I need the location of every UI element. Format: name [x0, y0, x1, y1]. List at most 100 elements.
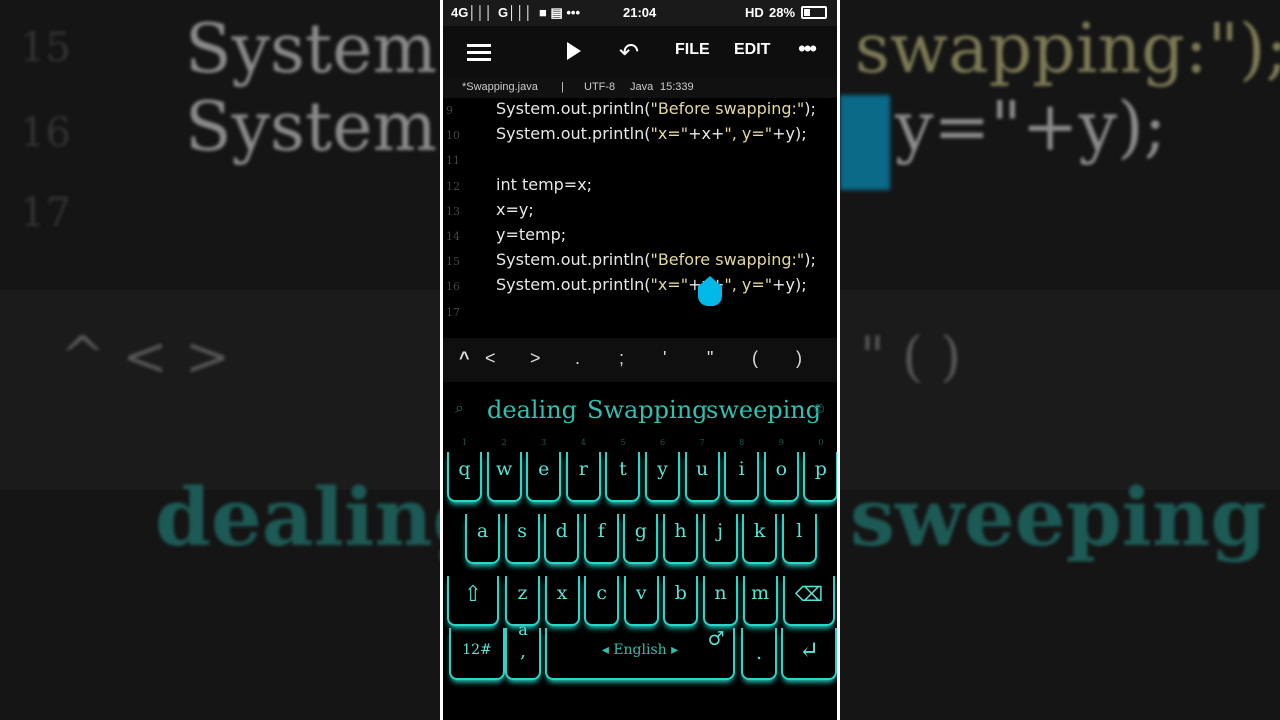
code-line[interactable]: 11: [443, 148, 837, 173]
suggestion-word[interactable]: dealing: [487, 396, 577, 424]
suggestion-word[interactable]: Swapping: [587, 396, 708, 424]
symbol-key-less-than[interactable]: <: [485, 348, 496, 369]
phone-screen: 4G│││ G│││ ■ ▤ ••• 21:04 HD 28% ↶ FILE E…: [440, 0, 840, 720]
file-language: Java: [630, 81, 654, 93]
bg-line-number: 17: [20, 190, 71, 236]
h-key[interactable]: h: [663, 514, 698, 564]
symbol-key-semicolon[interactable]: ;: [619, 348, 624, 369]
k-key[interactable]: k: [742, 514, 778, 564]
code-line[interactable]: 10 System.out.println("x="+x+", y="+y);: [443, 123, 837, 148]
t-key[interactable]: 5t: [605, 438, 641, 502]
g-key[interactable]: g: [623, 514, 659, 564]
c-key[interactable]: c: [584, 576, 620, 626]
editor-toolbar: ↶ FILE EDIT •••: [443, 26, 837, 78]
code-line[interactable]: 15 System.out.println("Before swapping:"…: [443, 249, 837, 274]
more-options-icon[interactable]: •••: [798, 36, 817, 62]
code-text: x=y;: [496, 200, 534, 219]
bg-code-line: y="+y);: [895, 88, 1167, 167]
undo-icon[interactable]: ↶: [619, 38, 639, 67]
signal-1-icon: 4G│││: [451, 5, 493, 20]
line-number: 11: [446, 154, 460, 167]
symbol-key-double-quote[interactable]: ": [707, 348, 713, 369]
bg-cursor-handle: [840, 95, 890, 190]
line-number: 15: [446, 255, 460, 268]
symbol-key-quote[interactable]: ': [663, 348, 666, 369]
notification-icons: ■ ▤ •••: [539, 5, 581, 20]
i-key[interactable]: 8i: [724, 438, 760, 502]
edit-menu-button[interactable]: EDIT: [734, 41, 770, 59]
code-line[interactable]: 9 System.out.println("Before swapping:")…: [443, 98, 837, 123]
s-key[interactable]: s: [504, 514, 540, 564]
emoji-icon[interactable]: ☺: [811, 400, 827, 418]
code-text: int temp=x;: [496, 175, 593, 194]
z-key[interactable]: z: [505, 576, 540, 626]
line-number: 14: [446, 230, 460, 243]
blurred-background-left: 15 System.ou 16 System.ou 17 ^ < > deali…: [0, 0, 440, 720]
symbols-key[interactable]: 12#: [449, 628, 505, 680]
p-key[interactable]: 0p: [803, 438, 837, 502]
play-icon[interactable]: [567, 42, 581, 60]
d-key[interactable]: d: [544, 514, 580, 564]
code-text: System.out.println("x="+x+", y="+y);: [496, 275, 807, 294]
symbol-key-close-paren[interactable]: ): [796, 348, 802, 369]
code-line[interactable]: 16 System.out.println("x="+x+", y="+y);: [443, 274, 837, 299]
symbol-key-greater-than[interactable]: >: [530, 348, 541, 369]
symbol-key-open-paren[interactable]: (: [752, 348, 758, 369]
code-editor[interactable]: 9 System.out.println("Before swapping:")…: [443, 98, 837, 338]
suggestion-word[interactable]: sweeping: [706, 396, 821, 424]
battery-icon: [801, 6, 827, 19]
code-text: System.out.println("Before swapping:");: [496, 250, 816, 269]
n-key[interactable]: n: [703, 576, 738, 626]
b-key[interactable]: b: [663, 576, 699, 626]
shift-key[interactable]: ⇧: [447, 576, 499, 626]
file-name: *Swapping.java: [462, 81, 538, 93]
a-key[interactable]: a: [465, 514, 500, 564]
code-text: y=temp;: [496, 225, 567, 244]
bg-symbol-row: ^ < >: [60, 325, 231, 388]
r-key[interactable]: 4r: [565, 438, 601, 502]
blurred-background-right: swapping:"); y="+y); " ( ) sweeping: [840, 0, 1280, 720]
m-key[interactable]: m: [742, 576, 778, 626]
e-key[interactable]: 3e: [526, 438, 562, 502]
y-key[interactable]: 6y: [645, 438, 680, 502]
symbol-key-caret[interactable]: ^: [459, 348, 470, 369]
f-key[interactable]: f: [583, 514, 619, 564]
period-key[interactable]: .: [741, 628, 777, 680]
line-number: 9: [446, 104, 453, 117]
clock: 21:04: [623, 5, 657, 20]
j-key[interactable]: j: [702, 514, 738, 564]
separator: |: [561, 81, 564, 93]
bg-suggestion: dealing: [155, 470, 440, 564]
search-icon[interactable]: ⌕: [455, 400, 464, 418]
code-line[interactable]: 13 x=y;: [443, 199, 837, 224]
backspace-key[interactable]: ⌫: [783, 576, 835, 626]
u-key[interactable]: 7u: [684, 438, 720, 502]
file-menu-button[interactable]: FILE: [675, 41, 710, 59]
code-line[interactable]: 12 int temp=x;: [443, 174, 837, 199]
v-key[interactable]: v: [623, 576, 659, 626]
file-info-bar: *Swapping.java | UTF-8 Java 15:339: [443, 78, 837, 98]
suggestion-strip: ⌕ dealing Swapping sweeping ☺: [443, 382, 837, 438]
symbol-bar: ^ < > . ; ' " ( ): [443, 338, 837, 382]
line-number: 12: [446, 180, 460, 193]
o-key[interactable]: 9o: [763, 438, 799, 502]
line-number: 13: [446, 205, 460, 218]
bg-code-line: System.ou: [185, 10, 440, 89]
enter-key[interactable]: ↵: [781, 628, 837, 680]
bg-line-number: 16: [20, 110, 71, 156]
bg-symbol-row: " ( ): [860, 325, 962, 388]
file-encoding: UTF-8: [584, 81, 616, 93]
q-key[interactable]: 1q: [447, 438, 482, 502]
code-line[interactable]: 14 y=temp;: [443, 224, 837, 249]
hamburger-icon[interactable]: [467, 44, 491, 65]
symbol-key-period[interactable]: .: [575, 348, 580, 369]
hd-indicator: HD: [745, 5, 764, 20]
code-line[interactable]: 17: [443, 300, 837, 325]
bg-code-line: swapping:");: [855, 10, 1280, 89]
x-key[interactable]: x: [544, 576, 580, 626]
microphone-icon[interactable]: ♂: [698, 628, 734, 680]
w-key[interactable]: 2w: [486, 438, 522, 502]
line-number: 10: [446, 129, 460, 142]
l-key[interactable]: l: [781, 514, 817, 564]
a-key-secondary[interactable]: a,: [505, 620, 541, 680]
